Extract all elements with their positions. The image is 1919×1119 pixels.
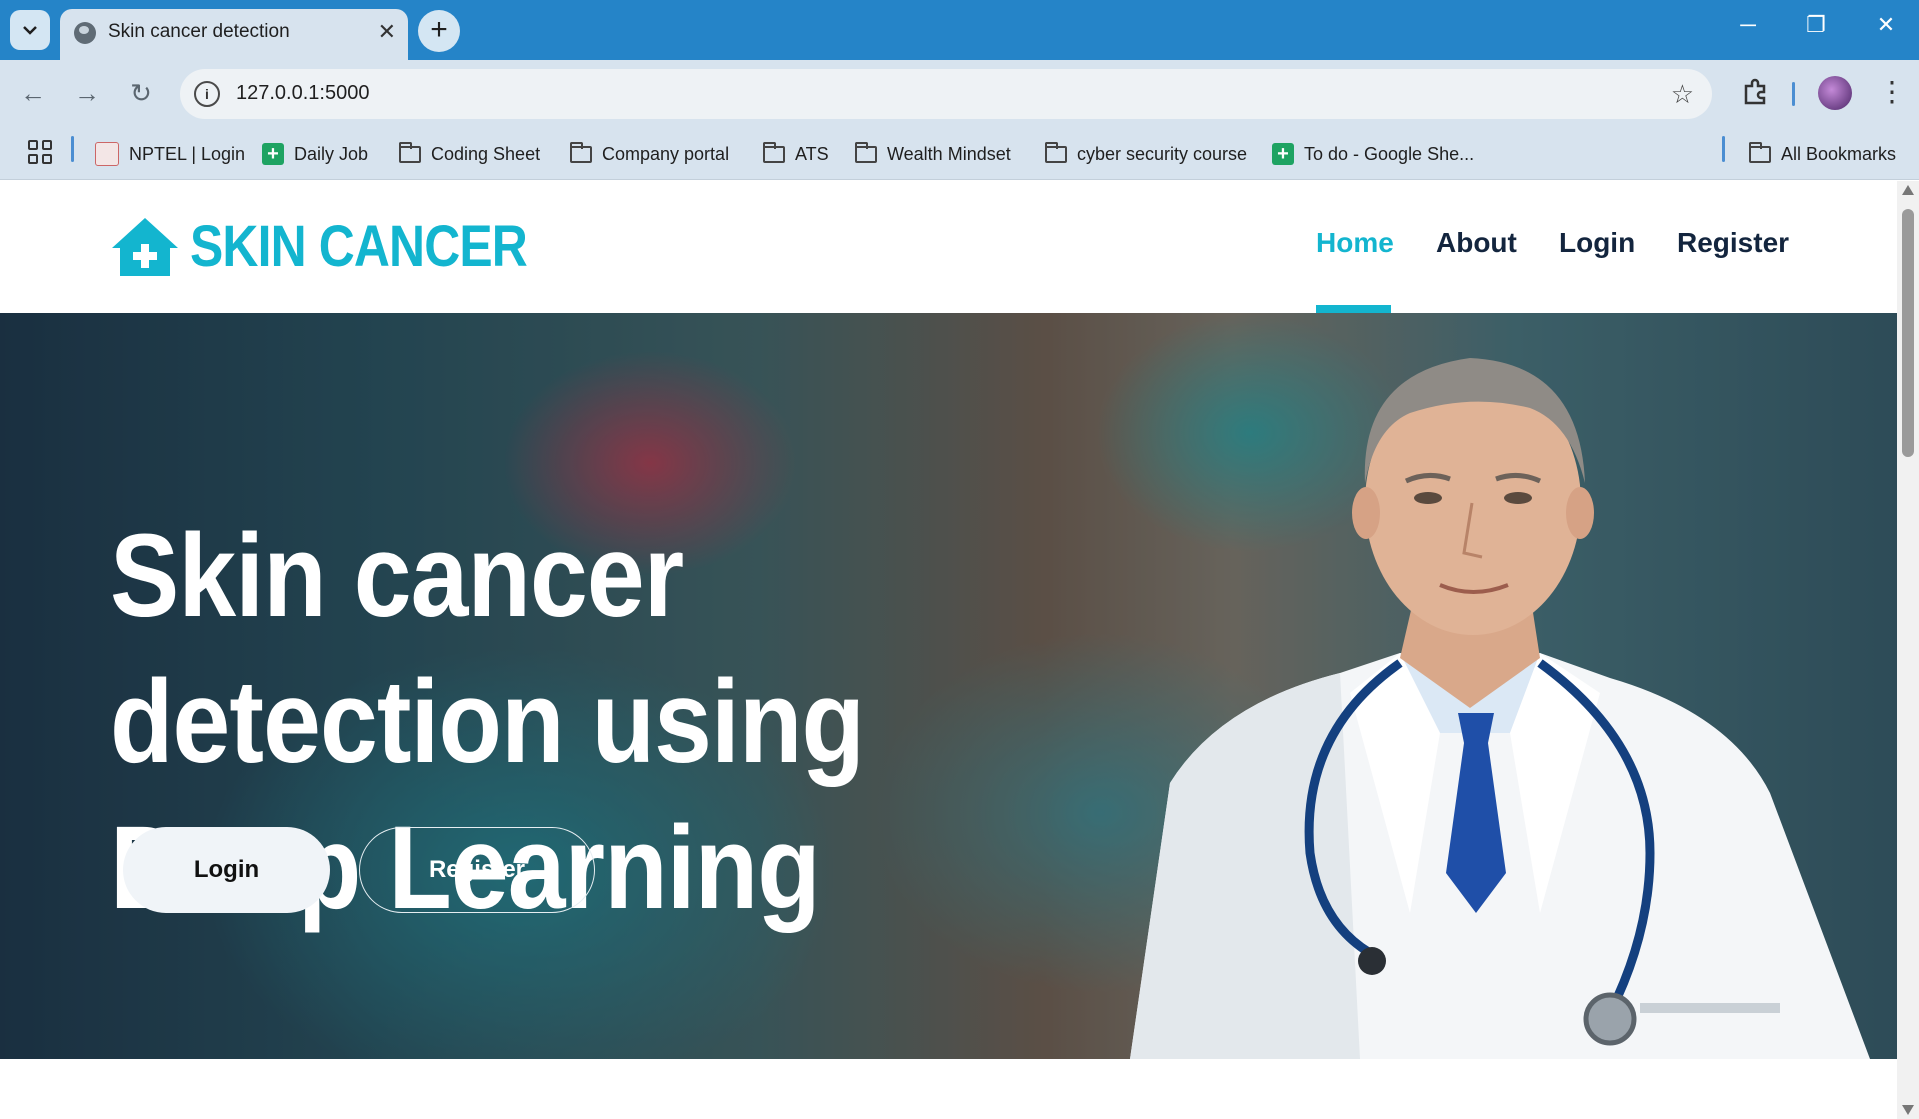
bookmarks-divider: [1722, 136, 1725, 162]
bookmark-wealth-mindset[interactable]: Wealth Mindset: [855, 138, 1011, 170]
restore-icon[interactable]: ❐: [1796, 12, 1836, 38]
site-logo[interactable]: SKIN CANCER: [110, 213, 582, 280]
forward-arrow-icon[interactable]: →: [70, 78, 104, 109]
browser-tab[interactable]: Skin cancer detection ✕: [60, 9, 408, 60]
folder-icon: [1045, 141, 1067, 163]
sheets-icon: +: [262, 143, 284, 165]
chevron-down-icon: [23, 26, 37, 35]
bookmark-coding-sheet[interactable]: Coding Sheet: [399, 138, 540, 170]
bookmark-label: cyber security course: [1077, 143, 1248, 164]
bookmark-label: To do - Google She...: [1304, 143, 1475, 164]
close-window-icon[interactable]: ✕: [1866, 12, 1906, 38]
site-header: SKIN CANCER Home About Login Register: [0, 181, 1897, 313]
hero-banner: Skin cancer detection using Deep Learnin…: [0, 313, 1897, 1059]
bookmark-label: Coding Sheet: [431, 143, 541, 164]
site-info-icon[interactable]: i: [194, 81, 220, 107]
bookmark-daily-job[interactable]: + Daily Job: [262, 138, 368, 170]
bookmark-label: Wealth Mindset: [887, 143, 1011, 164]
scroll-up-icon[interactable]: [1902, 185, 1914, 195]
nav-about[interactable]: About: [1436, 227, 1517, 259]
hospital-house-icon: [112, 217, 178, 276]
bookmark-ats[interactable]: ATS: [763, 138, 829, 170]
toolbar-divider: [1792, 82, 1795, 106]
folder-icon: [399, 141, 421, 163]
minimize-icon[interactable]: ─: [1728, 12, 1768, 38]
scrollbar-thumb[interactable]: [1902, 209, 1914, 457]
more-menu-icon[interactable]: ⋮: [1878, 74, 1906, 110]
folder-icon: [763, 141, 785, 163]
folder-icon: [1749, 141, 1771, 163]
back-arrow-icon[interactable]: ←: [16, 78, 50, 109]
apps-grid-icon[interactable]: [28, 140, 52, 164]
nav-register[interactable]: Register: [1677, 227, 1789, 259]
bookmark-todo[interactable]: + To do - Google She...: [1272, 138, 1474, 170]
all-bookmarks-label: All Bookmarks: [1781, 143, 1897, 164]
active-nav-indicator: [1316, 305, 1391, 313]
new-tab-button[interactable]: +: [418, 10, 460, 52]
bookmark-cyber-security[interactable]: cyber security course: [1045, 138, 1247, 170]
extensions-icon[interactable]: [1738, 77, 1772, 111]
tab-search-button[interactable]: [10, 10, 50, 50]
bookmark-company-portal[interactable]: Company portal: [570, 138, 729, 170]
sheets-icon: +: [1272, 143, 1294, 165]
page-scrollbar[interactable]: [1897, 181, 1919, 1119]
profile-avatar[interactable]: [1818, 76, 1852, 110]
tab-title: Skin cancer detection: [108, 21, 290, 42]
reload-icon[interactable]: ↻: [124, 78, 158, 109]
nav-login[interactable]: Login: [1559, 227, 1635, 259]
folder-icon: [855, 141, 877, 163]
nav-home[interactable]: Home: [1316, 227, 1394, 259]
address-bar[interactable]: i 127.0.0.1:5000 ☆: [180, 69, 1712, 119]
bookmark-label: Daily Job: [294, 143, 369, 164]
scroll-down-icon[interactable]: [1902, 1105, 1914, 1115]
hero-register-button[interactable]: Register: [359, 827, 595, 913]
bookmarks-divider: [71, 136, 74, 162]
hero-login-button[interactable]: Login: [123, 827, 330, 913]
doctor-image: [1130, 358, 1870, 1059]
bookmark-nptel[interactable]: NPTEL | Login: [95, 138, 245, 170]
bookmark-star-icon[interactable]: ☆: [1671, 79, 1694, 110]
browser-titlebar: Skin cancer detection ✕ + ─ ❐ ✕: [0, 0, 1919, 60]
nptel-icon: [95, 142, 119, 166]
globe-icon: [74, 22, 96, 44]
bookmark-label: NPTEL | Login: [129, 143, 246, 164]
folder-icon: [570, 141, 592, 163]
all-bookmarks-button[interactable]: All Bookmarks: [1749, 138, 1896, 170]
url-text: 127.0.0.1:5000: [236, 82, 370, 104]
bookmark-label: ATS: [795, 143, 829, 164]
browser-toolbar: ← → ↻ i 127.0.0.1:5000 ☆ ⋮: [0, 60, 1919, 128]
page-viewport: SKIN CANCER Home About Login Register Sk…: [0, 181, 1897, 1119]
bookmark-label: Company portal: [602, 143, 730, 164]
logo-text: SKIN CANCER: [190, 214, 528, 279]
close-tab-icon[interactable]: ✕: [378, 19, 396, 45]
